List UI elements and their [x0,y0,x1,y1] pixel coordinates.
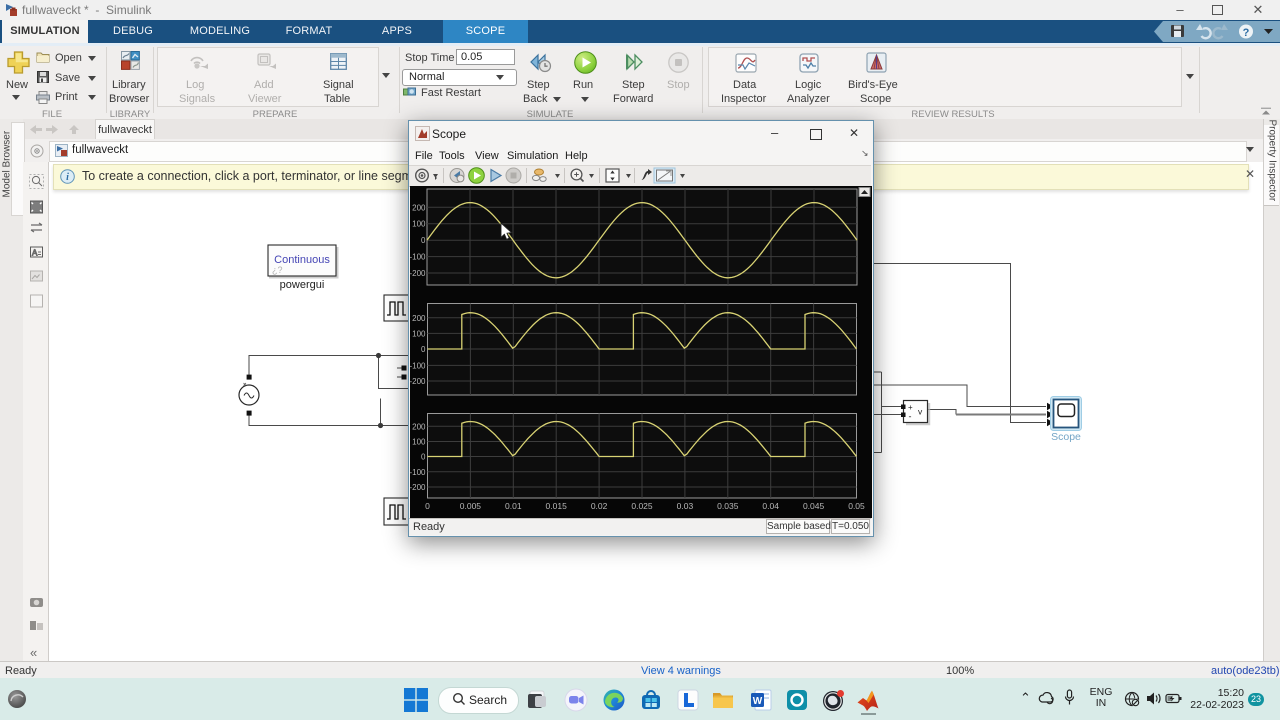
svg-text:powergui: powergui [280,279,325,291]
svg-text:0.03: 0.03 [677,501,694,511]
svg-text:0.02: 0.02 [591,501,608,511]
svg-text:-200: -200 [410,483,426,492]
svg-text:200: 200 [412,203,426,212]
svg-text:0.015: 0.015 [546,501,568,511]
svg-text:i: i [66,172,69,183]
svg-text:W: W [753,696,763,707]
svg-text:200: 200 [412,422,426,431]
svg-text:0.01: 0.01 [505,501,522,511]
svg-text:0.05: 0.05 [848,501,865,511]
svg-text:0.005: 0.005 [460,501,482,511]
svg-text:0: 0 [421,345,426,354]
svg-text:¿?: ¿? [272,265,283,275]
svg-text:-200: -200 [410,269,426,278]
svg-text:Scope: Scope [1051,431,1081,443]
svg-text:100: 100 [412,329,426,338]
svg-text:0: 0 [425,501,430,511]
svg-text:-100: -100 [410,468,426,477]
svg-text:-: - [909,412,912,422]
svg-text:0: 0 [421,453,426,462]
svg-text:0.045: 0.045 [803,501,825,511]
svg-text:0: 0 [421,236,426,245]
svg-text:100: 100 [412,438,426,447]
svg-text:200: 200 [412,314,426,323]
svg-text:-100: -100 [410,361,426,370]
svg-text:-100: -100 [410,253,426,262]
svg-text:-200: -200 [410,377,426,386]
svg-text:Continuous: Continuous [274,254,330,266]
svg-text:0.04: 0.04 [762,501,779,511]
svg-text:0.025: 0.025 [631,501,653,511]
svg-text:100: 100 [412,220,426,229]
svg-text:0.035: 0.035 [717,501,739,511]
